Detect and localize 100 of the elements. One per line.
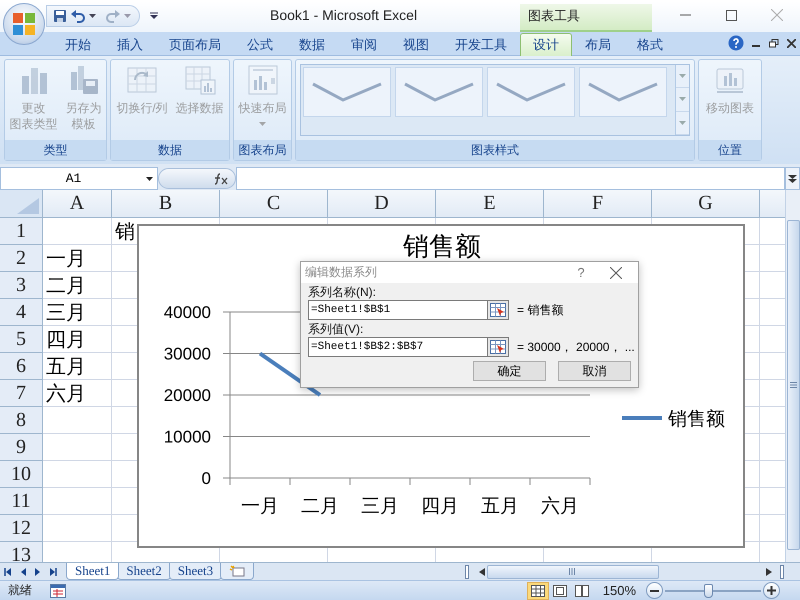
corner-triangle-icon	[17, 198, 39, 214]
row-header[interactable]: 1	[0, 218, 43, 245]
undo-icon[interactable]	[70, 9, 86, 23]
range-picker-button[interactable]	[488, 337, 509, 357]
input-field[interactable]: =Sheet1!$B$1	[308, 300, 488, 320]
row-header[interactable]: 13	[0, 542, 43, 562]
name-box[interactable]: A1	[0, 167, 158, 190]
column-header[interactable]: A	[43, 190, 112, 218]
vertical-scrollbar[interactable]	[785, 190, 800, 562]
row-header[interactable]: 3	[0, 272, 43, 299]
help-icon[interactable]	[728, 35, 744, 51]
minus-icon	[650, 590, 659, 592]
chart-style-thumbnail[interactable]	[579, 67, 667, 117]
zoom-slider-thumb[interactable]	[704, 584, 714, 598]
row-header[interactable]: 7	[0, 380, 43, 407]
row-header[interactable]: 6	[0, 353, 43, 380]
close-icon	[771, 9, 783, 21]
ribbon-tab[interactable]: 开始	[52, 33, 104, 56]
ribbon-tab[interactable]: 开发工具	[442, 33, 520, 56]
grid-view-icon	[530, 584, 545, 596]
scrollbar-thumb[interactable]	[786, 220, 800, 550]
field-label: 系列值(V):	[308, 322, 364, 337]
row-header[interactable]: 10	[0, 461, 43, 488]
table-cell: 六月	[43, 380, 112, 407]
legend-line	[622, 416, 662, 420]
ribbon-tab[interactable]: 数据	[286, 33, 338, 56]
help-button[interactable]: ?	[568, 262, 594, 284]
input-field[interactable]: =Sheet1!$B$2:$B$7	[308, 337, 488, 357]
expand-button[interactable]	[785, 167, 800, 190]
up-arrow-icon	[679, 74, 686, 78]
row-header[interactable]: 5	[0, 326, 43, 353]
expand-icon	[788, 174, 797, 182]
normal-view-button[interactable]	[526, 582, 549, 600]
minimize-icon	[680, 14, 690, 16]
column-header[interactable]: E	[436, 190, 544, 218]
caret-icon	[146, 176, 153, 180]
chart-style-thumbnail[interactable]	[487, 67, 575, 117]
column-header[interactable]: F	[544, 190, 652, 218]
axis-label: 30000	[164, 344, 211, 364]
ribbon-tab[interactable]: 设计	[520, 33, 572, 56]
zoom-level: 150%	[602, 583, 636, 598]
table-cell: 一月	[43, 245, 112, 272]
row-header[interactable]: 12	[0, 515, 43, 542]
sheet-tab[interactable]: Sheet1	[66, 563, 120, 580]
group-label: 位置	[699, 140, 761, 160]
value-preview: = 30000， 20000， ...	[517, 338, 635, 356]
close-icon[interactable]	[787, 38, 796, 48]
save-icon[interactable]	[53, 9, 67, 23]
new-sheet-icon	[229, 565, 246, 577]
function-icon[interactable]	[213, 172, 229, 184]
column-header[interactable]: B	[112, 190, 220, 218]
select-data-icon	[184, 64, 216, 96]
chart-style-thumbnail[interactable]	[395, 67, 483, 117]
row-header[interactable]: 8	[0, 407, 43, 434]
ribbon-tab[interactable]: 格式	[624, 33, 676, 56]
axis-label: 四月	[421, 496, 459, 517]
ribbon-tab[interactable]: 视图	[390, 33, 442, 56]
table-cell: 五月	[43, 353, 112, 380]
maximize-icon	[726, 10, 736, 20]
row-header[interactable]: 9	[0, 434, 43, 461]
down-arrow-icon	[679, 97, 686, 102]
ribbon-tab[interactable]: 插入	[104, 33, 156, 56]
value-preview: = 销售额	[517, 302, 564, 318]
range-picker-button[interactable]	[488, 300, 509, 320]
row-header[interactable]: 11	[0, 488, 43, 515]
sheet-tab[interactable]: Sheet2	[117, 563, 171, 580]
column-header[interactable]: C	[220, 190, 328, 218]
page-icon	[552, 584, 567, 596]
zoom-in-button[interactable]	[763, 582, 780, 599]
formula-field[interactable]	[236, 167, 785, 190]
splitter-icon	[780, 564, 784, 578]
chart-style-thumbnail[interactable]	[303, 67, 391, 117]
row-header[interactable]: 2	[0, 245, 43, 272]
page-break-icon	[574, 584, 589, 596]
axis-label: 40000	[164, 303, 211, 322]
right-arrow-icon[interactable]	[766, 568, 772, 576]
customize-icon[interactable]	[150, 12, 158, 20]
restore-icon[interactable]	[769, 38, 779, 48]
sheet-tab[interactable]: Sheet3	[168, 563, 222, 580]
left-arrow-icon[interactable]	[479, 568, 485, 576]
ribbon-tab[interactable]: 审阅	[338, 33, 390, 56]
zoom-out-button[interactable]	[646, 582, 663, 599]
column-header[interactable]: D	[328, 190, 436, 218]
axis-label: 三月	[361, 496, 399, 517]
cancel-button[interactable]: 取消	[558, 361, 631, 381]
row-header[interactable]: 4	[0, 299, 43, 326]
insert-sheet-button[interactable]	[220, 563, 254, 580]
ribbon-tab[interactable]: 页面布局	[156, 33, 234, 56]
column-header[interactable]: G	[652, 190, 760, 218]
ribbon-tab[interactable]: 布局	[572, 33, 624, 56]
office-logo-icon	[11, 11, 37, 37]
axis-label: 10000	[164, 428, 211, 446]
scrollbar-thumb[interactable]	[487, 564, 659, 578]
ok-button[interactable]: 确定	[473, 361, 546, 381]
ribbon-tab[interactable]: 公式	[234, 33, 286, 56]
window-title: Book1 - Microsoft Excel	[270, 7, 418, 23]
group-label: 图表样式	[296, 140, 694, 160]
left-arrow-icon	[4, 568, 12, 576]
table-cell: 二月	[43, 272, 112, 299]
macro-record-icon[interactable]	[50, 584, 66, 598]
